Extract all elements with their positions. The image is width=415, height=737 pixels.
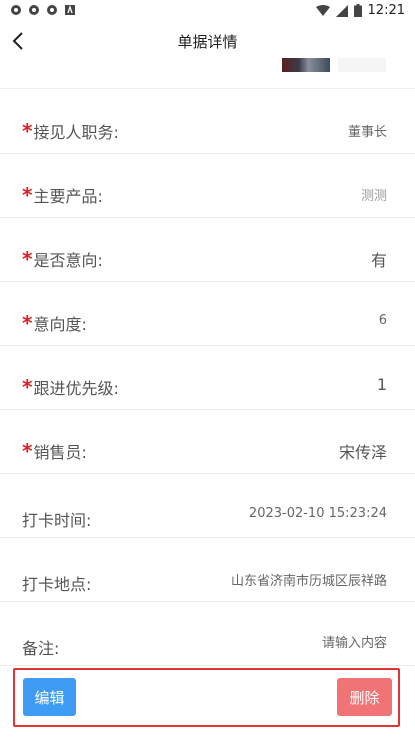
required-mark: *: [22, 119, 33, 143]
field-value: 董事长: [347, 125, 387, 140]
field-label: *销售员:: [22, 439, 87, 463]
required-mark: *: [22, 183, 33, 207]
field-label: 备注:: [22, 639, 60, 658]
battery-icon: [353, 4, 362, 17]
delete-button[interactable]: 删除: [337, 678, 392, 716]
settings-icon: [11, 5, 21, 15]
field-value: 1: [376, 375, 387, 394]
status-icons-left: [10, 4, 76, 16]
field-label: *意向度:: [22, 311, 87, 335]
field-label: 打卡地点:: [22, 575, 92, 594]
field-value: 6: [378, 313, 387, 328]
required-mark: *: [22, 375, 33, 399]
settings-icon: [29, 5, 39, 15]
field-row-checkin-time: 打卡时间: 2023-02-10 15:23:24: [0, 473, 415, 538]
photo-thumbnail[interactable]: [338, 58, 386, 72]
edit-button[interactable]: 编辑: [23, 678, 76, 716]
field-label: *主要产品:: [22, 183, 103, 207]
photo-strip[interactable]: [282, 58, 386, 72]
nav-bar: 单据详情: [0, 22, 415, 58]
font-icon: [65, 4, 75, 15]
wifi-icon: [315, 4, 330, 16]
field-row-position: *接见人职务: 董事长: [0, 89, 415, 154]
field-row-intention: *是否意向: 有: [0, 217, 415, 282]
status-bar: 12:21: [0, 0, 415, 22]
required-mark: *: [22, 311, 33, 335]
settings-icon: [47, 5, 57, 15]
field-row-intention-degree: *意向度: 6: [0, 281, 415, 346]
field-value: 2023-02-10 15:23:24: [248, 506, 387, 521]
required-mark: *: [22, 439, 33, 463]
field-value: 宋传泽: [338, 443, 387, 462]
field-row-remark[interactable]: 备注: 请输入内容: [0, 601, 415, 666]
status-time: 12:21: [367, 3, 405, 18]
action-panel: 编辑 删除: [13, 668, 400, 727]
field-label: *跟进优先级:: [22, 375, 119, 399]
field-label: *接见人职务:: [22, 119, 119, 143]
page-title: 单据详情: [177, 33, 238, 51]
field-row-product: *主要产品: 测测: [0, 153, 415, 218]
field-row-salesperson: *销售员: 宋传泽: [0, 409, 415, 474]
signal-icon: [335, 4, 348, 17]
photo-thumbnail[interactable]: [282, 58, 330, 72]
field-row-priority: *跟进优先级: 1: [0, 345, 415, 410]
field-value: 测测: [360, 189, 387, 204]
field-label: 打卡时间:: [22, 511, 92, 530]
remark-input[interactable]: 请输入内容: [322, 632, 387, 651]
required-mark: *: [22, 247, 33, 271]
field-value: 有: [370, 251, 387, 270]
field-row-checkin-location: 打卡地点: 山东省济南市历城区辰祥路: [0, 537, 415, 602]
field-label: *是否意向:: [22, 247, 103, 271]
status-icons-right: 12:21: [315, 3, 405, 18]
field-value: 山东省济南市历城区辰祥路: [230, 574, 387, 589]
